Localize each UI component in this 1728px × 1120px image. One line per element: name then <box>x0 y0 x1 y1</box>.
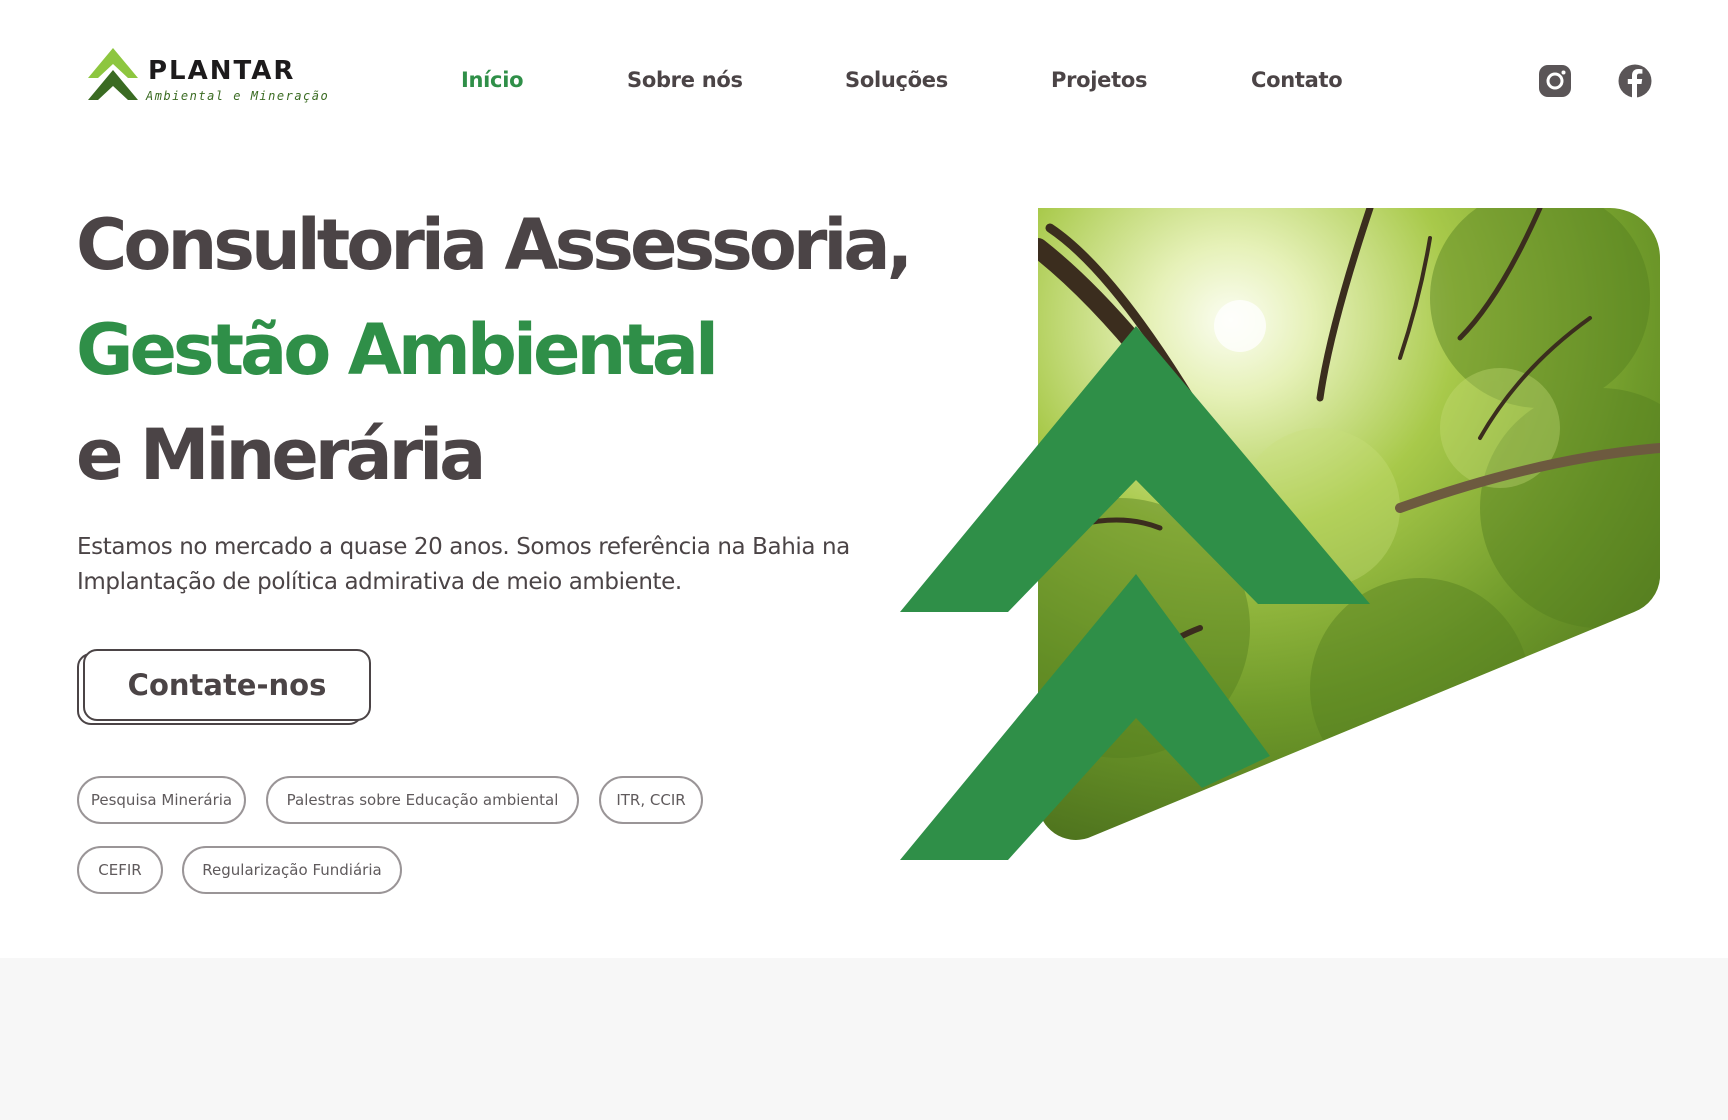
double-chevron-up-logo <box>88 48 138 100</box>
brand-logo[interactable]: PLANTAR Ambiental e Mineração <box>86 46 330 108</box>
facebook-icon[interactable] <box>1618 64 1652 98</box>
contact-cta: Contate-nos <box>77 649 373 727</box>
nav-item-inicio[interactable]: Início <box>461 68 524 92</box>
tag-pesquisa-mineraria[interactable]: Pesquisa Minerária <box>77 776 246 824</box>
instagram-icon[interactable] <box>1538 64 1572 98</box>
contact-button[interactable]: Contate-nos <box>83 649 371 721</box>
tag-palestras-educacao-ambiental[interactable]: Palestras sobre Educação ambiental <box>266 776 579 824</box>
brand-tagline: Ambiental e Mineração <box>146 89 330 103</box>
tag-cefir[interactable]: CEFIR <box>77 846 163 894</box>
hero-title-line-2: Gestão Ambiental <box>76 309 719 391</box>
hero-title-line-3: e Minerária <box>76 414 486 496</box>
nav-item-contato[interactable]: Contato <box>1251 68 1343 92</box>
tag-regularizacao-fundiaria[interactable]: Regularização Fundiária <box>182 846 402 894</box>
next-section <box>0 958 1728 1120</box>
tag-itr-ccir[interactable]: ITR, CCIR <box>599 776 703 824</box>
hero-image <box>900 208 1660 860</box>
hero-title-line-1: Consultoria Assessoria, <box>76 204 913 286</box>
nav-item-solucoes[interactable]: Soluções <box>845 68 948 92</box>
nav-item-sobre-nos[interactable]: Sobre nós <box>627 68 743 92</box>
brand-name: PLANTAR <box>148 56 296 86</box>
hero-description: Estamos no mercado a quase 20 anos. Somo… <box>77 534 850 595</box>
nav-item-projetos[interactable]: Projetos <box>1051 68 1147 92</box>
forest-canopy-image <box>1038 208 1660 840</box>
